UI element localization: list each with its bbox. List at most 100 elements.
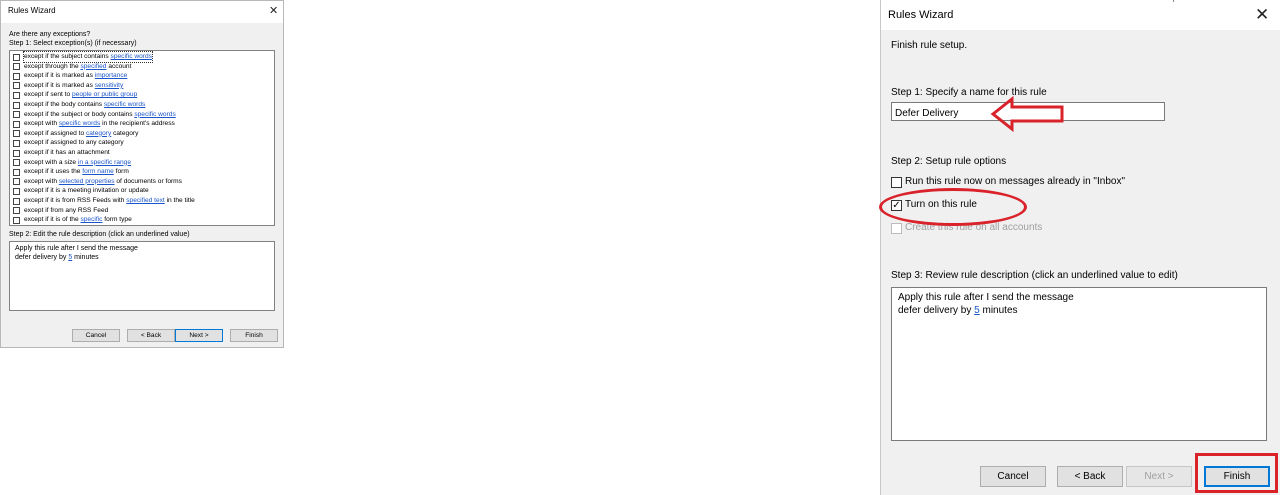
exception-checkbox[interactable]	[13, 168, 20, 176]
exception-checkbox[interactable]	[13, 187, 20, 195]
exception-label: except if assigned to any category	[24, 138, 124, 148]
cancel-button[interactable]: Cancel	[980, 466, 1046, 487]
close-icon[interactable]: ✕	[1255, 5, 1269, 25]
exception-label: except with specific words in the recipi…	[24, 119, 175, 129]
exception-row[interactable]: except if it is of the specific form typ…	[10, 215, 272, 225]
exception-checkbox[interactable]	[13, 216, 20, 224]
cancel-button[interactable]: Cancel	[72, 329, 120, 342]
exception-value-link[interactable]: form name	[82, 168, 114, 175]
exception-row[interactable]: except if assigned to category category	[10, 129, 272, 139]
exception-text: category	[111, 129, 139, 137]
rules-wizard-finish-dialog: Rules Wizard ✕ Finish rule setup. Step 1…	[880, 0, 1280, 495]
exception-value-link[interactable]: specific words	[104, 101, 145, 108]
exception-row[interactable]: except if from any RSS Feed	[10, 206, 272, 216]
exception-label: except if the subject contains specific …	[23, 51, 153, 63]
exception-row[interactable]: except if the body contains specific wor…	[10, 100, 272, 110]
exception-row[interactable]: except if the subject or body contains s…	[10, 110, 272, 120]
title-bar: Rules Wizard ✕	[881, 0, 1280, 30]
exception-checkbox[interactable]	[13, 72, 20, 80]
description-line-2-post: minutes	[979, 305, 1018, 316]
exception-row[interactable]: except if it is a meeting invitation or …	[10, 186, 272, 196]
exception-text: except if it has an attachment	[24, 149, 110, 156]
exception-value-link[interactable]: in a specific range	[78, 159, 131, 166]
exception-value-link[interactable]: people or public group	[72, 91, 137, 98]
close-icon[interactable]: ✕	[269, 4, 278, 17]
back-button[interactable]: < Back	[1057, 466, 1123, 487]
exception-value-link[interactable]: specific words	[111, 53, 152, 60]
exception-checkbox[interactable]	[13, 53, 20, 61]
next-button: Next >	[1126, 466, 1192, 487]
left-arrow-annotation-icon	[990, 96, 1064, 132]
exception-value-link[interactable]: specific words	[134, 111, 175, 118]
exception-text: except if it is of the	[24, 216, 81, 224]
exception-row[interactable]: except if it has an attachment	[10, 148, 272, 158]
dialog-title: Rules Wizard	[888, 9, 954, 21]
exception-value-link[interactable]: specific words	[59, 120, 100, 127]
exception-text: except with	[24, 120, 59, 128]
back-button[interactable]: < Back	[127, 329, 175, 342]
exception-row[interactable]: except if assigned to any category	[10, 138, 272, 148]
exception-row[interactable]: except if the subject contains specific …	[10, 51, 272, 63]
description-line-2-pre: defer delivery by	[898, 305, 975, 316]
exception-row[interactable]: except if it is marked as sensitivity	[10, 81, 272, 91]
exception-label: except if it is of the specific form typ…	[24, 215, 132, 225]
rule-description-box: Apply this rule after I send the message…	[891, 287, 1267, 441]
exception-label: except with selected properties of docum…	[24, 177, 182, 187]
run-rule-now-checkbox[interactable]	[891, 177, 902, 188]
run-rule-now-label: Run this rule now on messages already in…	[905, 176, 1125, 187]
exception-row[interactable]: except if it is from RSS Feeds with spec…	[10, 196, 272, 206]
exception-text: in the title	[164, 197, 195, 204]
exception-text: except if it is from RSS Feeds with	[24, 197, 127, 204]
exception-value-link[interactable]: specified text	[126, 197, 164, 204]
exception-checkbox[interactable]	[13, 139, 20, 147]
exception-checkbox[interactable]	[13, 91, 20, 99]
exception-label: except if it uses the form name form	[24, 167, 129, 177]
exception-value-link[interactable]: specified	[80, 63, 106, 70]
exception-checkbox[interactable]	[13, 120, 20, 128]
finish-button-highlight-box	[1195, 453, 1278, 493]
exception-text: form	[113, 168, 129, 176]
exception-value-link[interactable]: importance	[95, 72, 128, 79]
exception-checkbox[interactable]	[13, 111, 20, 119]
exception-value-link[interactable]: selected properties	[59, 178, 115, 185]
finish-button[interactable]: Finish	[230, 329, 278, 342]
exception-value-link[interactable]: sensitivity	[95, 82, 124, 89]
exception-label: except if assigned to category category	[24, 129, 138, 139]
exception-checkbox[interactable]	[13, 63, 20, 71]
exception-label: except through the specified account	[24, 62, 131, 72]
rule-description-box: Apply this rule after I send the message…	[9, 241, 275, 311]
exception-checkbox[interactable]	[13, 101, 20, 109]
exception-label: except if it is marked as importance	[24, 71, 127, 81]
exception-row[interactable]: except if it is marked as importance	[10, 71, 272, 81]
exception-label: except if it has an attachment	[24, 148, 110, 158]
exception-row[interactable]: except if sent to people or public group	[10, 90, 272, 100]
exception-checkbox[interactable]	[13, 82, 20, 90]
turn-on-rule-highlight-ellipse	[879, 188, 1027, 226]
exception-checkbox[interactable]	[13, 159, 20, 167]
exception-label: except if from any RSS Feed	[24, 206, 108, 216]
step2-label: Step 2: Edit the rule description (click…	[9, 231, 190, 238]
step3-label: Step 3: Review rule description (click a…	[891, 270, 1178, 281]
exception-value-link[interactable]: category	[86, 130, 111, 137]
exception-text: except if it is marked as	[24, 72, 95, 80]
exception-checkbox[interactable]	[13, 130, 20, 138]
exceptions-list[interactable]: except if the subject contains specific …	[9, 50, 275, 226]
exception-checkbox[interactable]	[13, 197, 20, 205]
exception-text: except if it is a meeting invitation or …	[24, 187, 149, 195]
exception-row[interactable]: except with selected properties of docum…	[10, 177, 272, 187]
exception-row[interactable]: except with specific words in the recipi…	[10, 119, 272, 129]
title-bar: Rules Wizard ✕	[1, 1, 283, 23]
finish-heading: Finish rule setup.	[891, 40, 968, 51]
exception-text: of documents or forms	[114, 177, 182, 185]
exception-checkbox[interactable]	[13, 178, 20, 186]
exception-label: except if the body contains specific wor…	[24, 100, 145, 110]
exception-text: except if the body contains	[24, 101, 104, 108]
exception-row[interactable]: except through the specified account	[10, 62, 272, 72]
exception-checkbox[interactable]	[13, 207, 20, 215]
exception-row[interactable]: except if it uses the form name form	[10, 167, 272, 177]
exception-text: except if from any RSS Feed	[24, 206, 109, 214]
next-button[interactable]: Next >	[175, 329, 223, 342]
exception-value-link[interactable]: specific	[80, 216, 102, 223]
exception-row[interactable]: except with a size in a specific range	[10, 158, 272, 168]
exception-checkbox[interactable]	[13, 149, 20, 157]
